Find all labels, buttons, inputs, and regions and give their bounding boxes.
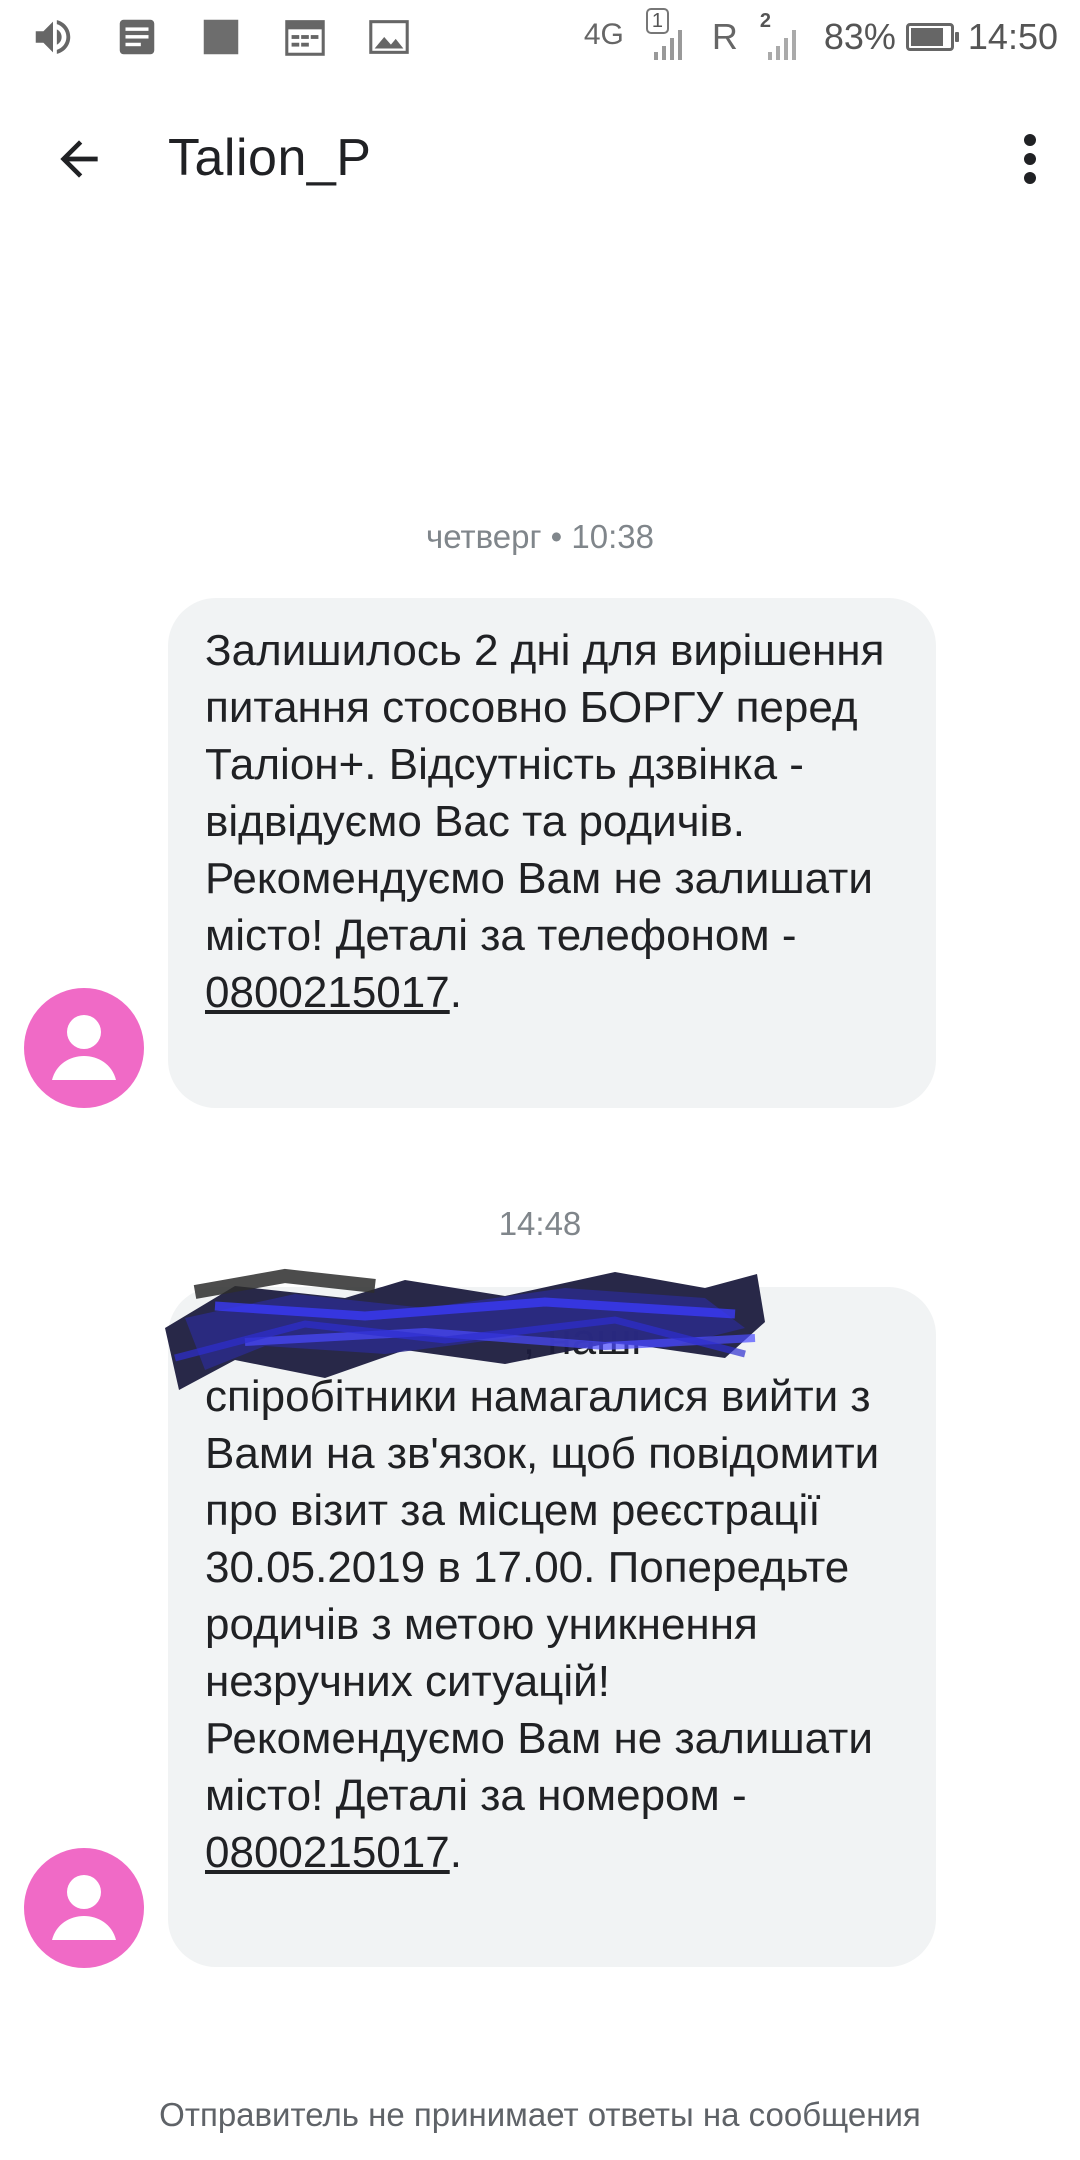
sim2-signal: 2 [760,10,810,62]
phone-link[interactable]: 0800215017 [205,968,450,1017]
status-right: 4G 1 R 2 83% 14:50 [583,8,1058,62]
clock: 14:50 [967,16,1058,57]
volume-icon [35,20,71,54]
message-end: . [449,1828,462,1877]
app-square-icon [203,19,239,55]
person-icon [52,1875,116,1940]
network-type: 4G [583,18,624,51]
roaming-indicator: R [711,16,738,57]
phone-link[interactable]: 0800215017 [205,1828,450,1877]
redaction-scribble [165,1268,765,1390]
sender-avatar[interactable] [24,1848,144,1968]
battery-icon [905,23,959,51]
message-timestamp: четверг • 10:38 [426,518,654,555]
message-text: Залишилось 2 дні для вирішення питання с… [205,626,897,960]
notes-icon [119,19,155,55]
message-end: . [449,968,462,1017]
app-bar: Talion_P [0,90,1080,226]
person-icon [52,1015,116,1080]
message-timestamp: 14:48 [498,1205,582,1242]
sender-avatar[interactable] [24,988,144,1108]
calendar-icon [285,20,325,56]
battery-status: 83% [823,16,959,58]
message-bubble[interactable]: Залишилось 2 дні для вирішення питання с… [168,598,936,1108]
gallery-icon [369,20,409,54]
back-button[interactable] [44,124,114,194]
messaging-screen: 4G 1 R 2 83% 14:50 Talion_P четверг • 10… [0,0,1080,2160]
no-reply-notice: Отправитель не принимает ответы на сообщ… [159,2096,921,2133]
sim1-signal: 1 [644,8,690,62]
more-options-button[interactable] [1000,124,1060,194]
status-bar: 4G 1 R 2 83% 14:50 [0,0,1080,76]
battery-percent: 83% [823,16,896,57]
more-vert-icon [1024,134,1036,184]
arrow-left-icon [60,140,98,178]
notification-icons [30,14,412,60]
conversation-title: Talion_P [168,129,372,187]
